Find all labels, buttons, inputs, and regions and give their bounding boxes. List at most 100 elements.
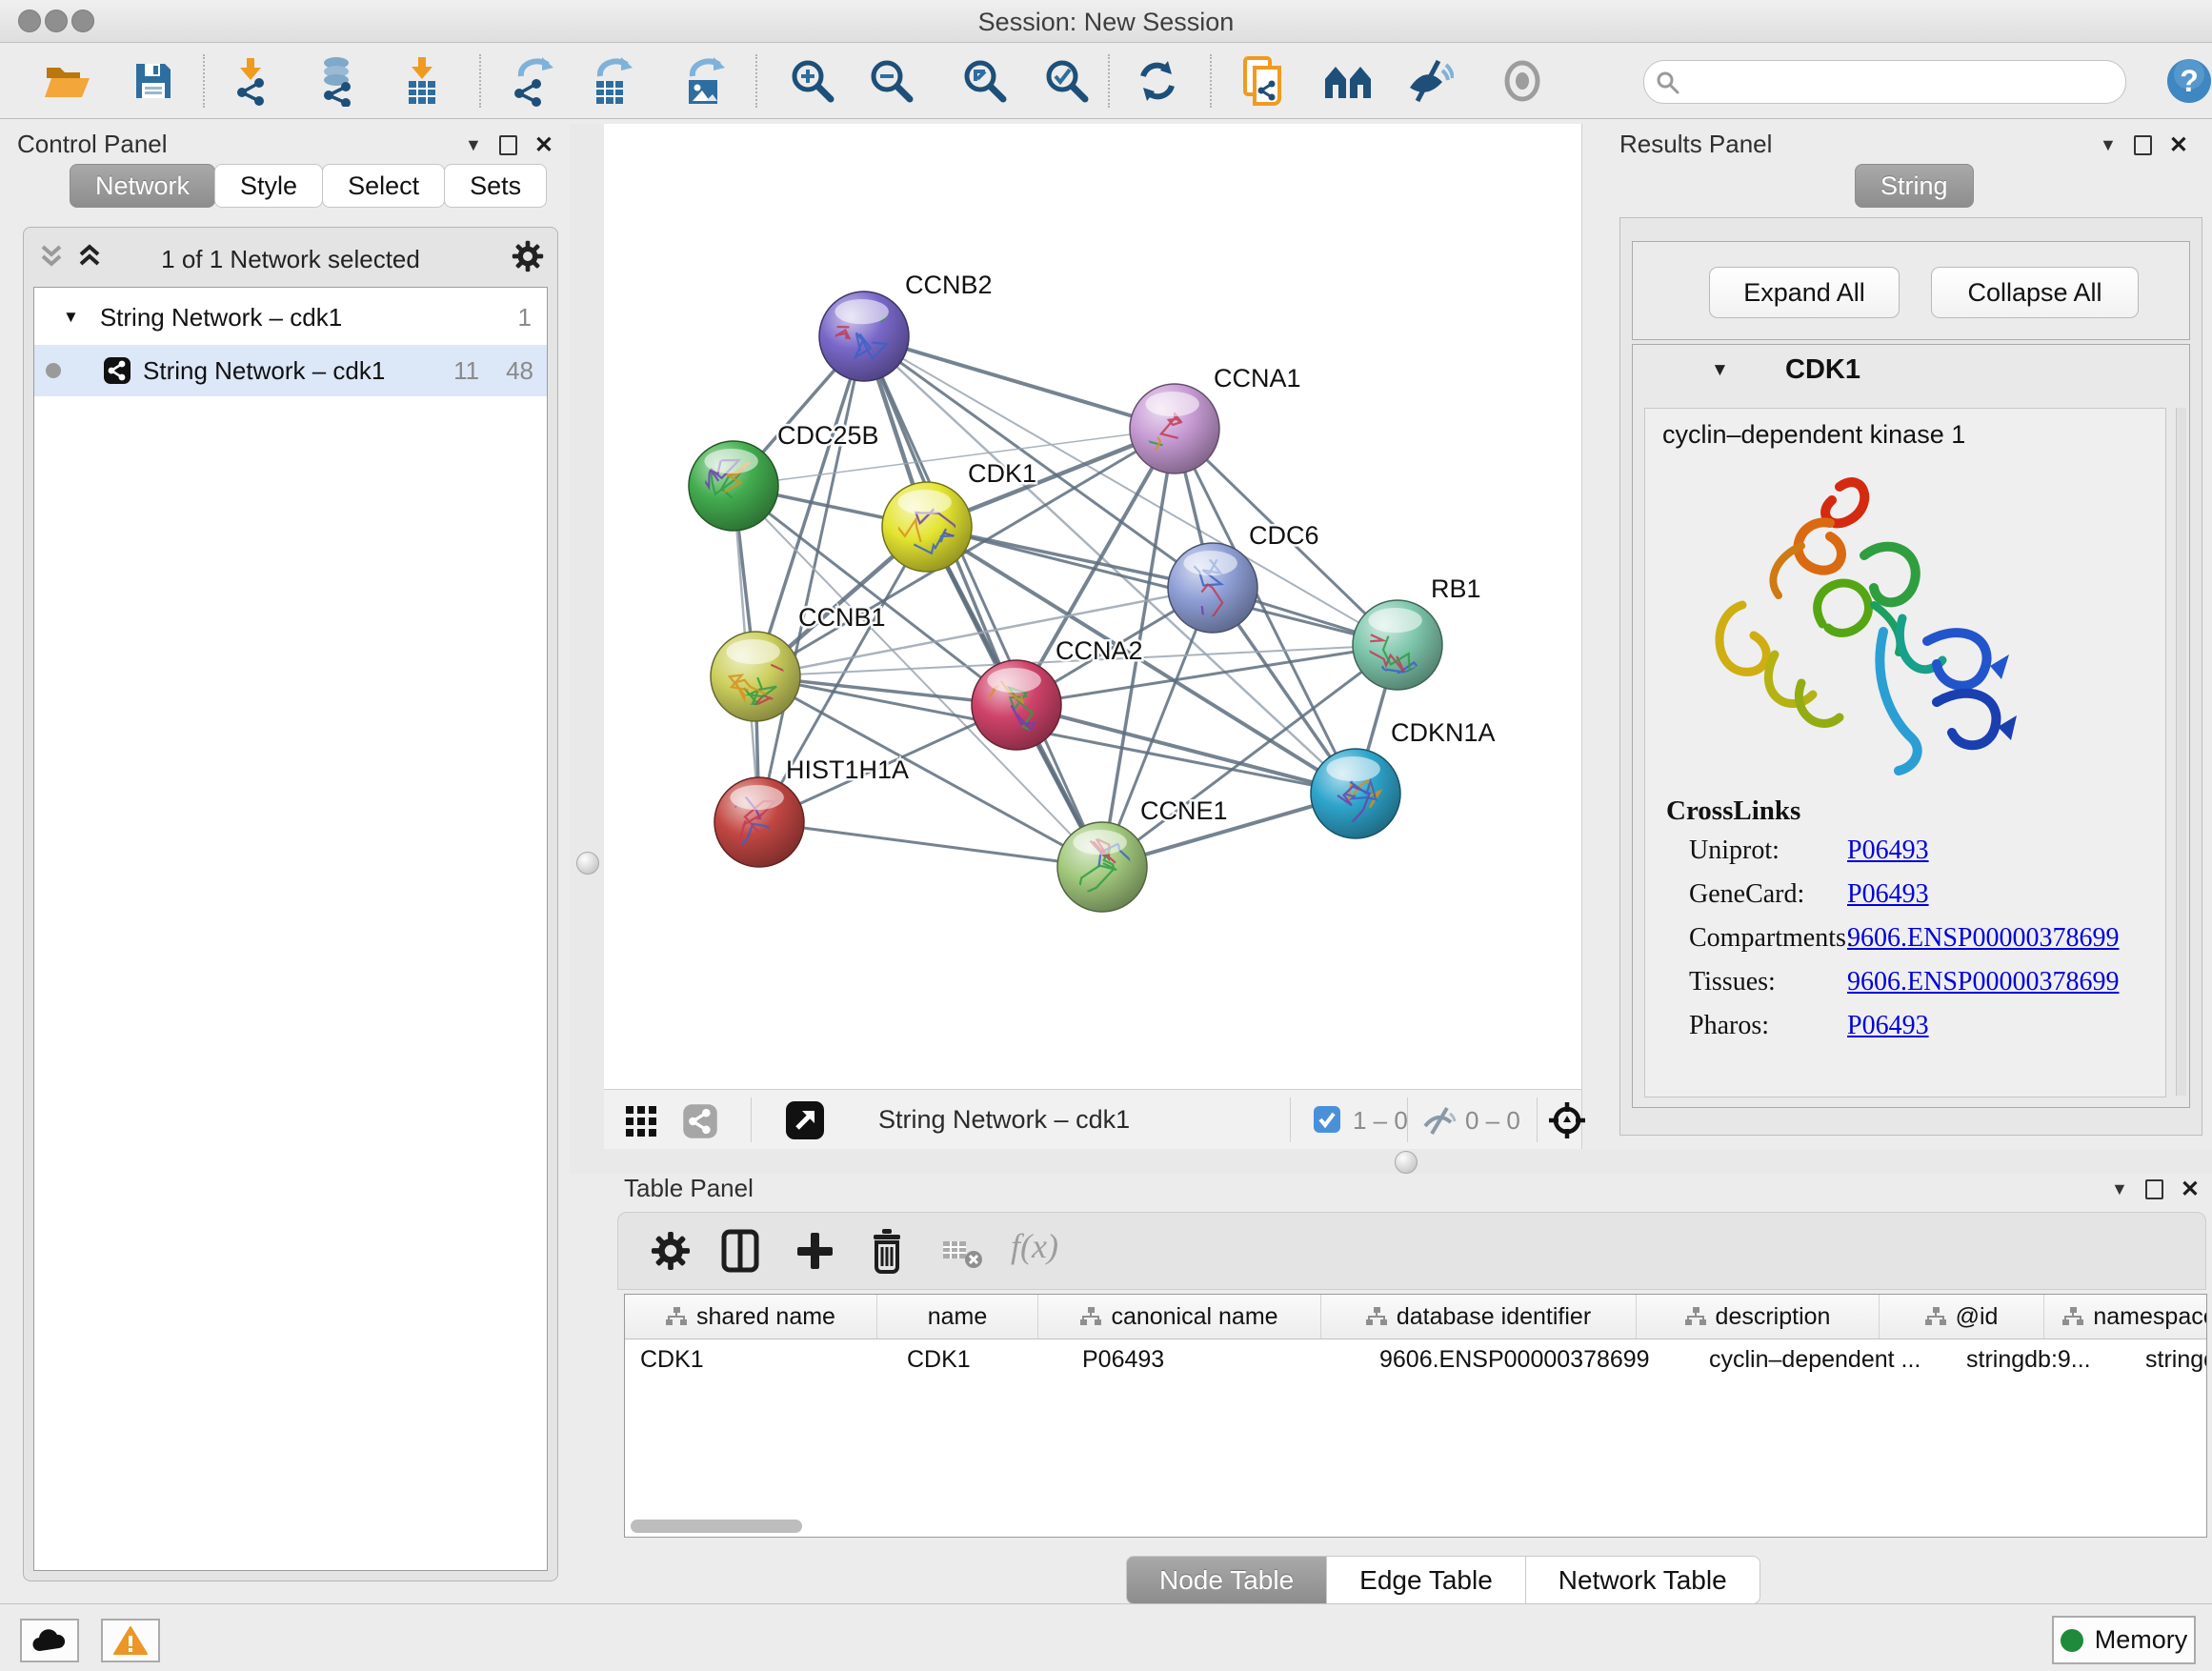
crosslink-link[interactable]: P06493	[1847, 1011, 1929, 1041]
show-columns-icon[interactable]	[721, 1229, 759, 1273]
detach-view-icon[interactable]	[785, 1100, 825, 1140]
node-CDC25B[interactable]: CDC25B	[689, 421, 879, 531]
node-CCNB2[interactable]: CCNB2	[818, 260, 992, 381]
results-scrollbar[interactable]	[2176, 408, 2186, 1096]
new-network-from-selection-button[interactable]	[1237, 52, 1295, 110]
zoom-in-button[interactable]	[784, 52, 841, 110]
column-header[interactable]: @id	[1880, 1295, 2044, 1339]
column-header[interactable]: shared name	[625, 1295, 877, 1339]
crosslink-link[interactable]: 9606.ENSP00000378699	[1847, 923, 2119, 954]
tab-select[interactable]: Select	[322, 164, 445, 208]
add-column-icon[interactable]	[795, 1231, 834, 1271]
node-HIST1H1A[interactable]: HIST1H1A	[705, 755, 909, 877]
node-CCNA1[interactable]: CCNA1	[1104, 364, 1301, 491]
network-canvas[interactable]: CCNB2 CCNA1 CDC25BCDK1 CDC6 RB1 CCNB1 CCNA2 CDK…	[604, 124, 1582, 1089]
hide-selected-button[interactable]	[1400, 52, 1458, 110]
collapse-all-button[interactable]: Collapse All	[1931, 267, 2139, 318]
cloud-icon	[31, 1628, 68, 1653]
network-row-selected[interactable]: String Network – cdk1 11 48	[34, 345, 547, 396]
node-label-CCNA2: CCNA2	[1056, 636, 1143, 665]
options-gear-icon[interactable]	[512, 240, 544, 272]
node-CCNB1[interactable]: CCNB1	[711, 603, 886, 721]
edge-CCNB2-CCNE1[interactable]	[864, 336, 1102, 867]
selected-checkbox-icon[interactable]	[1313, 1105, 1341, 1134]
node-CDK1[interactable]: CDK1	[858, 459, 1036, 572]
column-header[interactable]: canonical name	[1038, 1295, 1321, 1339]
search-input[interactable]	[1690, 65, 2113, 97]
edge-HIST1H1A-CCNE1[interactable]	[759, 822, 1102, 867]
column-header[interactable]: database identifier	[1321, 1295, 1637, 1339]
hidden-count: 0 – 0	[1465, 1106, 1520, 1136]
tab-string[interactable]: String	[1855, 164, 1974, 208]
vertical-splitter[interactable]	[570, 124, 604, 1149]
tab-network[interactable]: Network	[70, 164, 215, 208]
edge-CCNB2-CCNA1[interactable]	[864, 336, 1175, 429]
table-options-gear-icon[interactable]	[651, 1231, 691, 1271]
open-session-button[interactable]	[39, 52, 96, 110]
results-panel-float-icon[interactable]	[2134, 135, 2152, 155]
results-panel-collapse-icon[interactable]: ▼	[2100, 135, 2117, 155]
show-all-button[interactable]	[1494, 52, 1551, 110]
entry-collapse-icon[interactable]: ▼	[1711, 360, 1729, 381]
warnings-button[interactable]	[101, 1619, 160, 1662]
cloud-status-button[interactable]	[20, 1619, 79, 1662]
view-toolbar-separator	[1537, 1097, 1538, 1142]
node-CDC6[interactable]: CDC6	[1147, 521, 1318, 663]
tab-sets[interactable]: Sets	[444, 164, 547, 208]
crosslink-link[interactable]: 9606.ENSP00000378699	[1847, 967, 2119, 997]
export-image-icon	[681, 55, 729, 107]
edge-CCNB2-HIST1H1A[interactable]	[759, 336, 864, 822]
node-CDKN1A[interactable]: CDKN1A	[1311, 718, 1496, 838]
memory-button[interactable]: Memory	[2052, 1616, 2196, 1664]
export-table-button[interactable]	[584, 52, 641, 110]
table-horizontal-scrollbar[interactable]	[631, 1520, 802, 1533]
results-panel-close-icon[interactable]: ✕	[2169, 131, 2188, 159]
control-panel-collapse-icon[interactable]: ▼	[465, 135, 482, 155]
column-header[interactable]: name	[877, 1295, 1038, 1339]
help-button[interactable]: ?	[2161, 52, 2212, 110]
tab-edge-table[interactable]: Edge Table	[1326, 1556, 1526, 1604]
delete-column-icon[interactable]	[868, 1228, 906, 1274]
splitter-handle[interactable]	[1395, 1151, 1418, 1174]
export-image-button[interactable]	[676, 52, 734, 110]
first-neighbors-button[interactable]	[1320, 52, 1377, 110]
expand-all-button[interactable]: Expand All	[1709, 267, 1900, 318]
tab-node-table[interactable]: Node Table	[1126, 1556, 1327, 1604]
zoom-selected-button[interactable]	[1038, 52, 1096, 110]
crosslink-link[interactable]: P06493	[1847, 836, 1929, 866]
cell-name: CDK1	[892, 1339, 1067, 1380]
node-RB1[interactable]: RB1	[1352, 574, 1480, 695]
splitter-handle[interactable]	[576, 852, 599, 875]
table-panel-float-icon[interactable]	[2145, 1179, 2163, 1199]
column-header[interactable]: description	[1637, 1295, 1880, 1339]
horizontal-splitter[interactable]	[570, 1149, 2212, 1174]
control-panel-close-icon[interactable]: ✕	[534, 131, 553, 159]
tab-style[interactable]: Style	[214, 164, 323, 208]
edge-CDK1-RB1[interactable]	[927, 527, 1398, 645]
network-collection-row[interactable]: ▼ String Network – cdk1 1	[34, 292, 547, 343]
refresh-icon	[1134, 57, 1181, 105]
control-panel-float-icon[interactable]	[499, 135, 517, 155]
table-import-icon	[399, 55, 445, 107]
export-table-icon	[589, 55, 636, 107]
zoom-out-button[interactable]	[863, 52, 920, 110]
zoom-fit-button[interactable]	[956, 52, 1014, 110]
table-row[interactable]: CDK1 CDK1 P06493 9606.ENSP00000378699 cy…	[625, 1339, 2206, 1380]
crosslink-link[interactable]: P06493	[1847, 879, 1929, 910]
import-network-database-button[interactable]	[308, 52, 365, 110]
tree-expand-icon[interactable]: ▼	[63, 308, 79, 327]
table-panel-close-icon[interactable]: ✕	[2181, 1176, 2200, 1203]
import-network-file-button[interactable]	[222, 52, 279, 110]
save-session-button[interactable]	[125, 52, 182, 110]
grid-view-icon[interactable]	[625, 1105, 657, 1137]
import-table-button[interactable]	[393, 52, 451, 110]
node-CCNE1[interactable]: CCNE1	[1057, 796, 1228, 912]
share-view-icon[interactable]	[682, 1103, 718, 1139]
hide-eye-slash-icon	[1404, 57, 1454, 105]
birds-eye-view-icon[interactable]	[1547, 1100, 1587, 1140]
column-header[interactable]: namespace	[2044, 1295, 2207, 1339]
tab-network-table[interactable]: Network Table	[1525, 1556, 1760, 1604]
refresh-view-button[interactable]	[1129, 52, 1186, 110]
export-network-button[interactable]	[505, 52, 562, 110]
table-panel-collapse-icon[interactable]: ▼	[2111, 1179, 2128, 1199]
